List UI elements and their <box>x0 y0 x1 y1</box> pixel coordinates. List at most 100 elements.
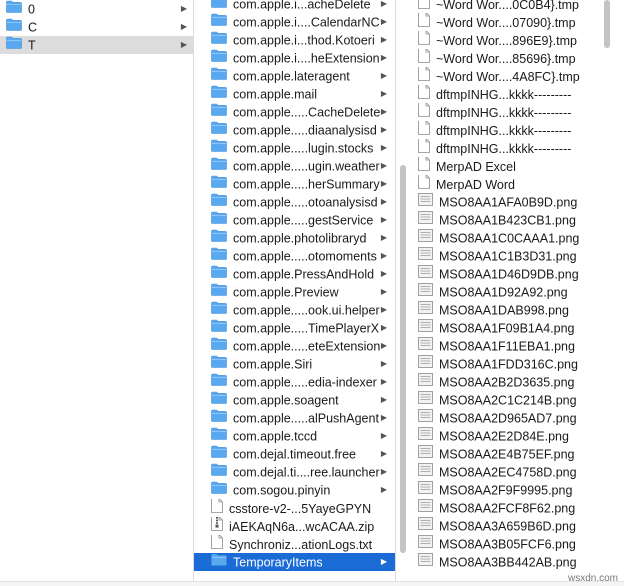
col2-item-com-apple-i-heextension[interactable]: com.apple.i....heExtension ▶ <box>194 49 395 67</box>
finder-column-3[interactable]: ~Word Wor....0C0B4}.tmp ~Word Wor....0709… <box>396 0 624 586</box>
col2-item-com-apple-ugin-weather[interactable]: com.apple.....ugin.weather ▶ <box>194 157 395 175</box>
image-file-icon-shape <box>420 501 431 503</box>
col2-item-com-apple-timeplayerx[interactable]: com.apple.....TimePlayerX ▶ <box>194 319 395 337</box>
col3-item-mso8aa2e4b75ef-png[interactable]: MSO8AA2E4B75EF.png <box>396 445 624 463</box>
folder-icon-shape <box>211 319 227 332</box>
document-icon-shape <box>211 499 223 513</box>
col2-item-com-sogou-pinyin[interactable]: com.sogou.pinyin ▶ <box>194 481 395 499</box>
col3-item-mso8aa3b05fcf6-png[interactable]: MSO8AA3B05FCF6.png <box>396 535 624 553</box>
col3-item-mso8aa1d92a92-png[interactable]: MSO8AA1D92A92.png <box>396 283 624 301</box>
col2-item-com-apple-alpushagent[interactable]: com.apple.....alPushAgent ▶ <box>194 409 395 427</box>
col3-item-word-wor-85696-tmp[interactable]: ~Word Wor....85696}.tmp <box>396 49 624 67</box>
image-file-icon <box>418 283 433 301</box>
col2-item-csstore-v2-5yayegpyn[interactable]: csstore-v2-...5YayeGPYN <box>194 499 395 517</box>
col2-item-com-apple-otomoments[interactable]: com.apple.....otomoments ▶ <box>194 247 395 265</box>
col3-item-mso8aa1b423cb1-png[interactable]: MSO8AA1B423CB1.png <box>396 211 624 229</box>
col1-item-c[interactable]: C ▶ <box>0 18 193 36</box>
item-label: ~Word Wor....85696}.tmp <box>436 52 576 66</box>
col1-item-0[interactable]: 0 ▶ <box>0 0 193 18</box>
col3-item-dftmpinhg-kkkk[interactable]: dftmpINHG...kkkk--------- <box>396 139 624 157</box>
col2-item-com-apple-preview[interactable]: com.apple.Preview ▶ <box>194 283 395 301</box>
col3-item-mso8aa1fdd316c-png[interactable]: MSO8AA1FDD316C.png <box>396 355 624 373</box>
col2-item-com-apple-i-achedelete[interactable]: com.apple.i...acheDelete ▶ <box>194 0 395 13</box>
col2-item-temporaryitems[interactable]: TemporaryItems ▶ <box>194 553 395 571</box>
col3-item-mso8aa2ec4758d-png[interactable]: MSO8AA2EC4758D.png <box>396 463 624 481</box>
image-file-icon-shape <box>420 303 431 305</box>
folder-icon-shape <box>211 283 227 296</box>
col3-item-mso8aa2d965ad7-png[interactable]: MSO8AA2D965AD7.png <box>396 409 624 427</box>
col3-item-mso8aa2e2d84e-png[interactable]: MSO8AA2E2D84E.png <box>396 427 624 445</box>
col2-item-com-apple-i-calendarnc[interactable]: com.apple.i....CalendarNC ▶ <box>194 13 395 31</box>
col3-item-mso8aa1afa0b9d-png[interactable]: MSO8AA1AFA0B9D.png <box>396 193 624 211</box>
image-file-icon-shape <box>420 236 431 238</box>
image-file-icon-shape <box>420 452 431 454</box>
col3-item-mso8aa2f9f9995-png[interactable]: MSO8AA2F9F9995.png <box>396 481 624 499</box>
col3-item-dftmpinhg-kkkk[interactable]: dftmpINHG...kkkk--------- <box>396 103 624 121</box>
col2-item-com-apple-lugin-stocks[interactable]: com.apple.....lugin.stocks ▶ <box>194 139 395 157</box>
col2-item-com-apple-cachedelete[interactable]: com.apple.....CacheDelete ▶ <box>194 103 395 121</box>
col3-item-mso8aa1c1b3d31-png[interactable]: MSO8AA1C1B3D31.png <box>396 247 624 265</box>
col3-item-mso8aa2fcf8f62-png[interactable]: MSO8AA2FCF8F62.png <box>396 499 624 517</box>
folder-icon <box>211 121 227 139</box>
col2-item-com-apple-edia-indexer[interactable]: com.apple.....edia-indexer ▶ <box>194 373 395 391</box>
col2-item-com-apple-ook-ui-helper[interactable]: com.apple.....ook.ui.helper ▶ <box>194 301 395 319</box>
col2-item-com-apple-eteextension[interactable]: com.apple.....eteExtension ▶ <box>194 337 395 355</box>
col2-item-com-apple-i-thod-kotoeri[interactable]: com.apple.i...thod.Kotoeri ▶ <box>194 31 395 49</box>
col2-item-iaekaqn6a-wcacaa-zip[interactable]: iAEKAqN6a...wcACAA.zip <box>194 517 395 535</box>
col3-item-word-wor-07090-tmp[interactable]: ~Word Wor....07090}.tmp <box>396 13 624 31</box>
image-file-icon-shape <box>418 229 433 242</box>
col3-item-merpad-excel[interactable]: MerpAD Excel <box>396 157 624 175</box>
col3-item-mso8aa1d46d9db-png[interactable]: MSO8AA1D46D9DB.png <box>396 265 624 283</box>
col3-item-mso8aa3bb442ab-png[interactable]: MSO8AA3BB442AB.png <box>396 553 624 571</box>
col3-item-dftmpinhg-kkkk[interactable]: dftmpINHG...kkkk--------- <box>396 121 624 139</box>
col2-item-com-apple-otoanalysisd[interactable]: com.apple.....otoanalysisd ▶ <box>194 193 395 211</box>
finder-column-2[interactable]: com.apple.i...acheDelete ▶ com.apple.i....… <box>194 0 396 586</box>
col3-item-dftmpinhg-kkkk[interactable]: dftmpINHG...kkkk--------- <box>396 85 624 103</box>
chevron-right-icon: ▶ <box>380 143 387 152</box>
col2-item-com-dejal-ti-ree-launcher[interactable]: com.dejal.ti....ree.launcher ▶ <box>194 463 395 481</box>
column-3-scrollbar[interactable] <box>604 0 610 48</box>
image-file-icon-shape <box>420 339 431 341</box>
chevron-right-icon: ▶ <box>380 197 387 206</box>
col2-item-com-apple-mail[interactable]: com.apple.mail ▶ <box>194 85 395 103</box>
col2-item-com-apple-diaanalysisd[interactable]: com.apple.....diaanalysisd ▶ <box>194 121 395 139</box>
column-2-scrollbar[interactable] <box>400 165 406 553</box>
folder-icon-shape <box>211 430 227 432</box>
col3-item-mso8aa1f09b1a4-png[interactable]: MSO8AA1F09B1A4.png <box>396 319 624 337</box>
col2-item-com-apple-photolibraryd[interactable]: com.apple.photolibraryd ▶ <box>194 229 395 247</box>
col3-item-mso8aa1f11eba1-png[interactable]: MSO8AA1F11EBA1.png <box>396 337 624 355</box>
folder-icon <box>211 553 227 571</box>
col2-item-com-apple-hersummary[interactable]: com.apple.....herSummary ▶ <box>194 175 395 193</box>
col2-item-synchroniz-ationlogs-txt[interactable]: Synchroniz...ationLogs.txt <box>194 535 395 553</box>
col2-item-com-apple-gestservice[interactable]: com.apple.....gestService ▶ <box>194 211 395 229</box>
col3-item-word-wor-4a8fc-tmp[interactable]: ~Word Wor....4A8FC}.tmp <box>396 67 624 85</box>
col3-item-merpad-word[interactable]: MerpAD Word <box>396 175 624 193</box>
item-label: dftmpINHG...kkkk--------- <box>436 106 572 120</box>
folder-icon <box>211 229 227 247</box>
col3-item-mso8aa2b2d3635-png[interactable]: MSO8AA2B2D3635.png <box>396 373 624 391</box>
col2-item-com-dejal-timeout-free[interactable]: com.dejal.timeout.free ▶ <box>194 445 395 463</box>
col3-item-mso8aa2c1c214b-png[interactable]: MSO8AA2C1C214B.png <box>396 391 624 409</box>
folder-icon-shape <box>211 355 227 368</box>
item-label: com.apple.PressAndHold <box>233 267 375 282</box>
col3-item-mso8aa1dab998-png[interactable]: MSO8AA1DAB998.png <box>396 301 624 319</box>
document-icon-shape <box>418 0 430 9</box>
folder-icon-shape <box>211 283 227 296</box>
col2-item-com-apple-pressandhold[interactable]: com.apple.PressAndHold ▶ <box>194 265 395 283</box>
col3-item-word-wor-896e9-tmp[interactable]: ~Word Wor....896E9}.tmp <box>396 31 624 49</box>
item-label: dftmpINHG...kkkk--------- <box>436 124 572 138</box>
col3-item-mso8aa1c0caaa1-png[interactable]: MSO8AA1C0CAAA1.png <box>396 229 624 247</box>
image-file-icon-shape <box>420 434 431 436</box>
item-label: MSO8AA2D965AD7.png <box>439 411 577 426</box>
col2-item-com-apple-soagent[interactable]: com.apple.soagent ▶ <box>194 391 395 409</box>
col2-item-com-apple-siri[interactable]: com.apple.Siri ▶ <box>194 355 395 373</box>
col2-item-com-apple-tccd[interactable]: com.apple.tccd ▶ <box>194 427 395 445</box>
col2-item-com-apple-lateragent[interactable]: com.apple.lateragent ▶ <box>194 67 395 85</box>
document-icon-shape <box>418 121 430 135</box>
col3-item-mso8aa3a659b6d-png[interactable]: MSO8AA3A659B6D.png <box>396 517 624 535</box>
finder-column-1[interactable]: 0 ▶ C ▶ T ▶ <box>0 0 194 586</box>
folder-icon-shape <box>211 445 227 458</box>
chevron-right-icon: ▶ <box>180 4 187 13</box>
col3-item-word-wor-0c0b4-tmp[interactable]: ~Word Wor....0C0B4}.tmp <box>396 0 624 13</box>
col1-item-t[interactable]: T ▶ <box>0 36 193 54</box>
